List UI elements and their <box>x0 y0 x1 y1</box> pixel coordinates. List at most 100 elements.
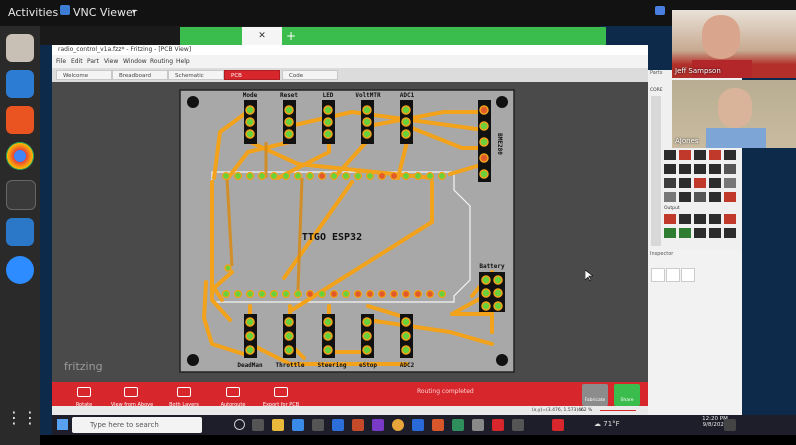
new-tab-button[interactable]: + <box>282 27 606 45</box>
webcam-tile-2: AJones <box>672 80 796 148</box>
coordinates-readout: (x,y)=(3.476, 1.573) in <box>532 408 584 413</box>
label-deadman: DeadMan <box>237 362 263 369</box>
menu-part[interactable]: Part <box>87 58 99 65</box>
vnc-app-icon <box>60 5 70 15</box>
fabricate-button[interactable]: Fabricate <box>582 384 608 406</box>
activities-button[interactable]: Activities <box>8 6 58 19</box>
label-adc2: ADC2 <box>400 362 415 369</box>
participant-name: Jeff Sampson <box>675 67 721 75</box>
label-voltmtr: VoltMTR <box>355 92 381 99</box>
menu-file[interactable]: File <box>56 58 66 65</box>
zoom-icon[interactable] <box>6 256 34 284</box>
windows-start-icon[interactable] <box>57 419 68 430</box>
rotate-icon[interactable] <box>77 387 91 397</box>
fritzing-taskbar-icon-active[interactable] <box>552 419 564 431</box>
pcb-board-drawing: Mode Reset LED VoltMTR ADC1 DeadMan Thro… <box>64 89 515 373</box>
menu-routing[interactable]: Routing <box>150 58 173 65</box>
window-title: radio_control_v1a.fzz* - Fritzing - [PCB… <box>52 45 648 55</box>
office-icon[interactable] <box>352 419 364 431</box>
label-battery: Battery <box>479 263 505 270</box>
share-button[interactable]: Share <box>614 384 640 406</box>
ubuntu-dock: ⋮⋮ <box>0 26 40 445</box>
label-estop: eStop <box>359 362 377 369</box>
excel-icon[interactable] <box>452 419 464 431</box>
fritzing-window: radio_control_v1a.fzz* - Fritzing - [PCB… <box>52 45 648 415</box>
tab-breadboard[interactable]: Breadboard <box>112 70 168 80</box>
zoom-slider[interactable] <box>600 410 636 411</box>
export-icon[interactable] <box>274 387 288 397</box>
zoom-readout: 462 % <box>578 408 593 413</box>
label-reset: Reset <box>280 92 298 99</box>
windows-taskbar: Type here to search ☁ 71°F 12:20 PM 9/8/… <box>52 415 796 435</box>
terminal-icon[interactable] <box>6 180 36 210</box>
vnc-bottom-edge <box>40 435 796 445</box>
menu-bar: File Edit Part View Window Routing Help <box>52 55 648 68</box>
apps-grid-icon[interactable]: ⋮⋮ <box>6 404 38 432</box>
menu-help[interactable]: Help <box>176 58 190 65</box>
inspector-panel: Inspector <box>648 250 742 415</box>
view-tabs: Welcome Breadboard Schematic PCB Code <box>52 68 648 82</box>
cortana-icon[interactable] <box>234 419 245 430</box>
label-bme280: BME280 <box>496 133 503 155</box>
software-center-icon[interactable] <box>6 106 34 134</box>
view-from-above-icon[interactable] <box>124 387 138 397</box>
chrome-icon[interactable] <box>6 142 34 170</box>
webcam-tile-1: Jeff Sampson <box>672 10 796 78</box>
participant-face <box>718 88 752 128</box>
participant-face <box>702 15 740 59</box>
participant-shirt <box>706 128 766 148</box>
mounting-hole <box>187 96 199 108</box>
label-ttgo-esp32: TTGO ESP32 <box>302 232 362 243</box>
app-icon[interactable] <box>512 419 524 431</box>
edge-icon[interactable] <box>292 419 304 431</box>
inspector-title: Inspector <box>650 251 674 257</box>
chrome-taskbar-icon[interactable] <box>392 419 404 431</box>
label-led: LED <box>323 92 334 99</box>
inspector-thumb <box>666 268 680 282</box>
powerpoint-icon[interactable] <box>432 419 444 431</box>
browser-tab-strip: ✕ + <box>40 26 606 45</box>
menu-view[interactable]: View <box>104 58 118 65</box>
routing-status: Routing completed <box>417 388 474 395</box>
mounting-hole <box>496 354 508 366</box>
store-icon[interactable] <box>312 419 324 431</box>
label-mode: Mode <box>243 92 258 99</box>
word-icon[interactable] <box>412 419 424 431</box>
vnc-viewer-icon[interactable] <box>6 218 34 246</box>
menu-window[interactable]: Window <box>123 58 147 65</box>
inspector-thumb <box>681 268 695 282</box>
taskbar-search[interactable]: Type here to search <box>72 417 202 433</box>
zoom-tray-icon[interactable] <box>655 6 665 15</box>
pcb-canvas[interactable]: Mode Reset LED VoltMTR ADC1 DeadMan Thro… <box>52 82 648 382</box>
weather-readout: ☁ 71°F <box>594 420 620 428</box>
app-icon[interactable] <box>472 419 484 431</box>
files-icon[interactable] <box>6 34 34 62</box>
inspector-thumb <box>651 268 665 282</box>
fritzing-watermark: fritzing <box>64 360 103 373</box>
tab-code[interactable]: Code <box>282 70 338 80</box>
file-explorer-icon[interactable] <box>272 419 284 431</box>
tab-welcome[interactable]: Welcome <box>56 70 112 80</box>
browser-tab[interactable] <box>180 27 242 45</box>
notifications-icon[interactable] <box>724 419 736 431</box>
app-menu-label[interactable]: VNC Viewer <box>73 6 137 19</box>
mounting-hole <box>496 96 508 108</box>
autoroute-icon[interactable] <box>226 387 240 397</box>
menu-edit[interactable]: Edit <box>71 58 83 65</box>
tab-schematic[interactable]: Schematic <box>168 70 224 80</box>
participant-name: AJones <box>675 137 699 145</box>
mail-icon[interactable] <box>332 419 344 431</box>
close-icon[interactable]: ✕ <box>242 27 282 45</box>
label-throttle: Throttle <box>276 362 305 369</box>
label-adc1: ADC1 <box>400 92 415 99</box>
tab-pcb[interactable]: PCB <box>224 70 280 80</box>
mounting-hole <box>187 354 199 366</box>
layers-icon[interactable] <box>177 387 191 397</box>
fritzing-taskbar-icon[interactable] <box>492 419 504 431</box>
status-bar: (x,y)=(3.476, 1.573) in 462 % <box>52 406 648 415</box>
libreoffice-writer-icon[interactable] <box>6 70 34 98</box>
onenote-icon[interactable] <box>372 419 384 431</box>
mouse-cursor-icon <box>585 270 593 282</box>
chevron-down-icon[interactable]: ▾ <box>132 7 136 16</box>
task-view-icon[interactable] <box>252 419 264 431</box>
